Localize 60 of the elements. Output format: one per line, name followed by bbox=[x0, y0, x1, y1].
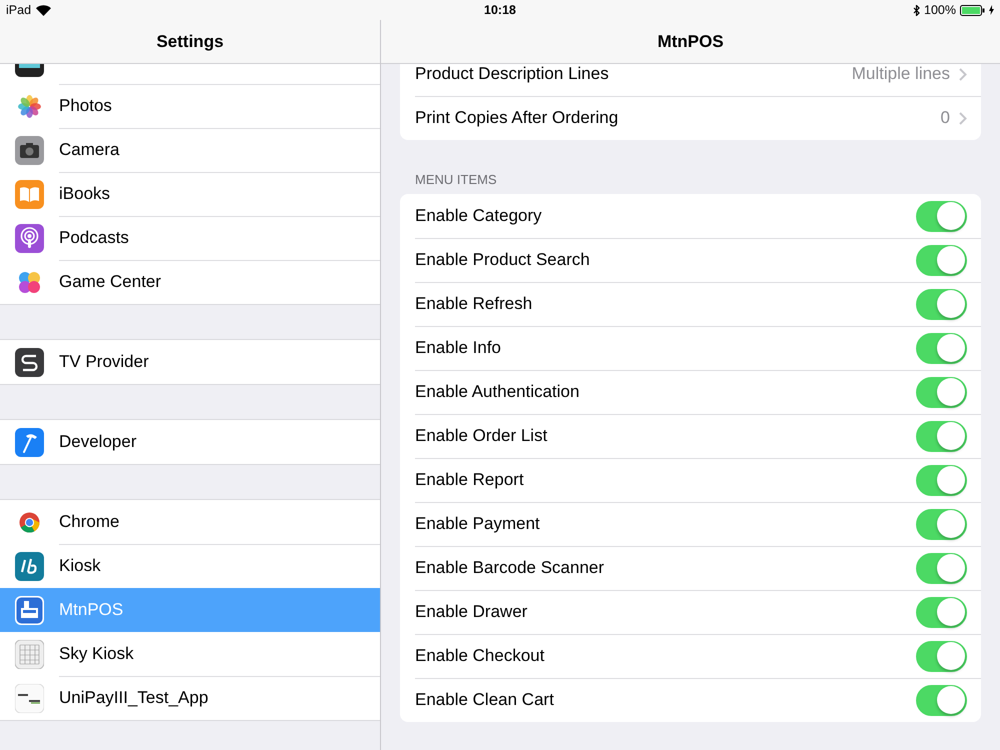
toggle-switch[interactable] bbox=[916, 464, 967, 496]
battery-icon bbox=[960, 4, 985, 16]
app-icon bbox=[15, 552, 44, 580]
toggle-switch[interactable] bbox=[916, 244, 967, 276]
podcast-icon bbox=[15, 224, 44, 252]
setting-label: Enable Order List bbox=[415, 426, 548, 446]
toggle-switch[interactable] bbox=[916, 288, 967, 320]
settings-item[interactable]: Chrome bbox=[0, 500, 380, 544]
setting-label: Enable Clean Cart bbox=[415, 690, 555, 710]
settings-item[interactable]: Podcasts bbox=[0, 216, 380, 260]
settings-item[interactable]: Game Center bbox=[0, 260, 380, 304]
setting-label: Enable Authentication bbox=[415, 382, 580, 402]
bluetooth-icon bbox=[913, 4, 920, 16]
toggle-switch[interactable] bbox=[916, 684, 967, 716]
charging-icon bbox=[989, 5, 994, 15]
register-icon bbox=[15, 596, 44, 624]
settings-item[interactable]: Kiosk bbox=[0, 544, 380, 588]
setting-label: Enable Payment bbox=[415, 514, 541, 534]
setting-label: Enable Refresh bbox=[415, 294, 534, 314]
toggle-switch[interactable] bbox=[916, 332, 967, 364]
wifi-icon bbox=[36, 4, 52, 16]
chevron-icon bbox=[959, 112, 967, 124]
pane-title: Settings bbox=[156, 32, 224, 52]
pane-title: MtnPOS bbox=[657, 32, 724, 52]
setting-label: Enable Info bbox=[415, 338, 502, 358]
cable-icon bbox=[15, 348, 44, 376]
row-value: 0 bbox=[940, 108, 950, 128]
setting-label: Enable Barcode Scanner bbox=[415, 558, 606, 578]
device-name: iPad bbox=[6, 3, 32, 17]
setting-label: Enable Checkout bbox=[415, 646, 546, 666]
settings-item[interactable]: TV Provider bbox=[0, 340, 380, 384]
toggle-switch[interactable] bbox=[916, 552, 967, 584]
toggle-switch[interactable] bbox=[916, 200, 967, 232]
settings-item[interactable]: Photos bbox=[0, 84, 380, 128]
row-value: Multiple lines bbox=[852, 64, 950, 84]
settings-item[interactable]: Sky Kiosk bbox=[0, 632, 380, 676]
settings-item[interactable]: UniPayIII_Test_App bbox=[0, 676, 380, 720]
clock-time: 10:18 bbox=[484, 3, 516, 17]
app-icon bbox=[15, 684, 44, 712]
toggle-switch[interactable] bbox=[916, 508, 967, 540]
section-header: MENU ITEMS bbox=[415, 172, 497, 187]
toggle-switch[interactable] bbox=[916, 596, 967, 628]
setting-label: Enable Product Search bbox=[415, 250, 591, 270]
book-icon bbox=[15, 180, 44, 208]
settings-item[interactable]: Camera bbox=[0, 128, 380, 172]
chevron-icon bbox=[959, 68, 967, 80]
grid-icon bbox=[15, 640, 44, 668]
toggle-switch[interactable] bbox=[916, 376, 967, 408]
setting-label: Enable Report bbox=[415, 470, 525, 490]
camera-icon bbox=[15, 136, 44, 164]
settings-row[interactable]: Product Description Lines Multiple lines bbox=[400, 64, 981, 96]
toggle-switch[interactable] bbox=[916, 420, 967, 452]
settings-item[interactable]: iBooks bbox=[0, 172, 380, 216]
toggle-switch[interactable] bbox=[916, 640, 967, 672]
battery-percent: 100% bbox=[924, 3, 956, 17]
settings-item[interactable]: Developer bbox=[0, 420, 380, 464]
settings-row[interactable]: Print Copies After Ordering 0 bbox=[400, 96, 981, 140]
setting-label: Enable Category bbox=[415, 206, 543, 226]
setting-label: Enable Drawer bbox=[415, 602, 528, 622]
hammer-icon bbox=[15, 428, 44, 456]
